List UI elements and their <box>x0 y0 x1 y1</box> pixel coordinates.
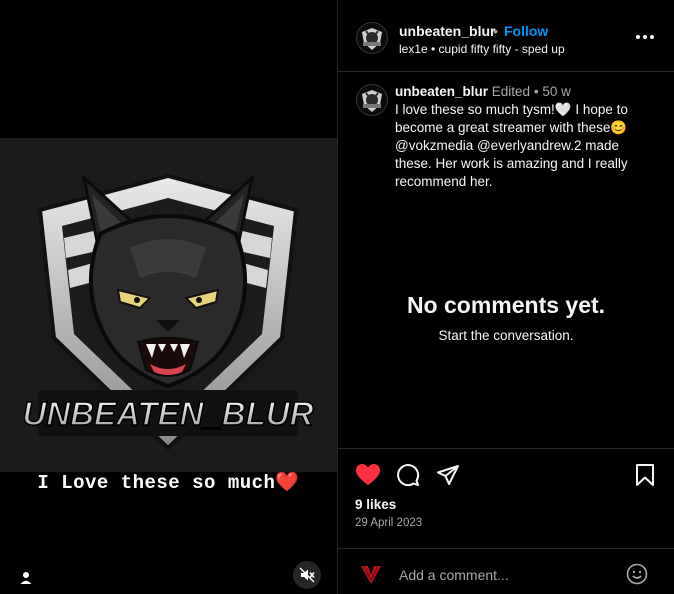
bookmark-icon <box>636 464 654 486</box>
like-button[interactable] <box>355 462 381 488</box>
post-date[interactable]: 29 April 2023 <box>355 517 422 529</box>
edited-label: Edited <box>491 84 531 99</box>
comment-button[interactable] <box>395 462 421 488</box>
commenter-avatar <box>360 563 382 590</box>
comment-input[interactable] <box>399 567 619 583</box>
tagged-users-button[interactable] <box>17 569 35 587</box>
more-horizontal-icon <box>636 35 654 39</box>
panther-logo-image: UNBEATEN_BLUR <box>22 173 314 451</box>
author-avatar[interactable] <box>356 22 388 54</box>
paper-plane-icon <box>437 465 459 485</box>
logo-text: UNBEATEN_BLUR <box>23 395 314 432</box>
emoji-button[interactable] <box>626 563 648 585</box>
mute-button[interactable] <box>293 561 321 589</box>
smiley-icon <box>626 563 648 585</box>
caption-username[interactable]: unbeaten_blur <box>395 84 488 99</box>
speech-bubble-icon <box>397 464 420 487</box>
no-comments-subtitle: Start the conversation. <box>438 328 574 343</box>
caption-separator: • <box>533 84 539 99</box>
post-header: unbeaten_blur • Follow lex1e • cupid fif… <box>338 0 674 72</box>
media-caption-overlay: I Love these so much❤️ <box>37 472 300 494</box>
post-caption: unbeaten_blur Edited • 50 w I love these… <box>395 83 657 191</box>
post-age[interactable]: 50 w <box>542 84 571 99</box>
heart-filled-icon <box>356 464 380 485</box>
caption-text: I love these so much tysm!🤍 I hope to be… <box>395 102 628 189</box>
speaker-muted-icon <box>299 567 315 583</box>
comment-bar <box>338 548 674 594</box>
post-side-panel: unbeaten_blur • Follow lex1e • cupid fif… <box>337 0 674 594</box>
user-icon <box>20 572 32 584</box>
post-media[interactable]: UNBEATEN_BLUR I Love these so much❤️ <box>0 0 337 594</box>
author-username[interactable]: unbeaten_blur <box>399 23 495 39</box>
header-separator: • <box>493 23 498 39</box>
caption-avatar[interactable] <box>356 84 388 116</box>
save-button[interactable] <box>632 462 658 488</box>
audio-info-link[interactable]: lex1e • cupid fifty fifty - sped up <box>399 42 565 56</box>
no-comments-title: No comments yet. <box>406 292 606 318</box>
more-options-button[interactable] <box>636 30 656 44</box>
likes-count[interactable]: 9 likes <box>355 497 396 512</box>
avatar-logo-icon <box>362 90 382 112</box>
red-v-logo-icon <box>361 565 381 584</box>
actions-divider <box>338 448 674 449</box>
avatar-logo-icon <box>362 28 382 50</box>
post-image[interactable]: UNBEATEN_BLUR <box>0 138 337 472</box>
follow-button[interactable]: Follow <box>504 23 548 39</box>
share-button[interactable] <box>435 462 461 488</box>
